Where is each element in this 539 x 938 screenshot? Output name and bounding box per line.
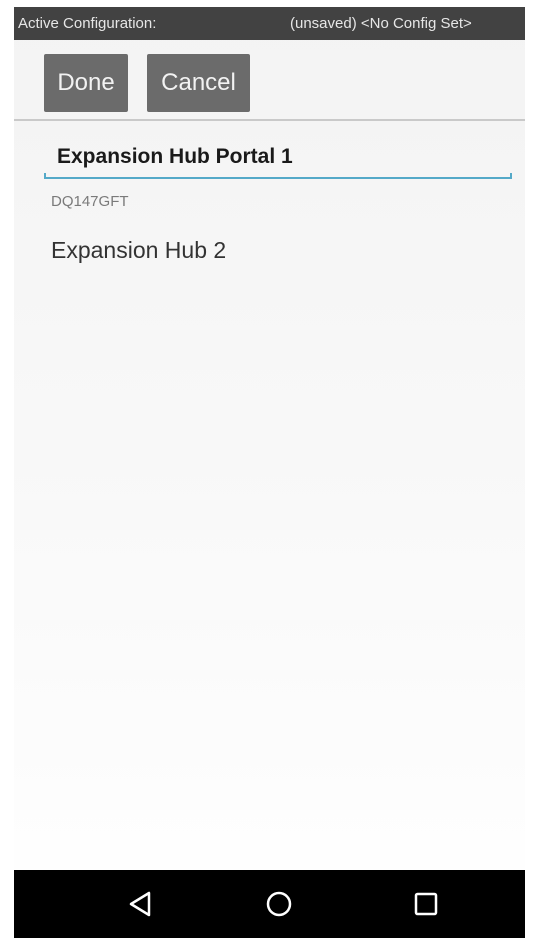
android-nav-bar <box>14 870 525 938</box>
device-name-underline <box>44 173 512 179</box>
toolbar-divider <box>14 119 525 121</box>
toolbar: Done Cancel <box>14 40 525 120</box>
active-config-value: (unsaved) <No Config Set> <box>290 15 472 32</box>
done-button[interactable]: Done <box>44 54 128 112</box>
active-config-label: Active Configuration: <box>18 15 157 32</box>
recent-square-icon[interactable] <box>392 870 460 938</box>
home-circle-icon[interactable] <box>245 870 313 938</box>
app-screen: Active Configuration: (unsaved) <No Conf… <box>14 7 525 938</box>
list-item-expansion-hub[interactable]: Expansion Hub 2 <box>51 237 226 264</box>
device-name-field[interactable]: Expansion Hub Portal 1 <box>44 137 512 179</box>
device-serial: DQ147GFT <box>51 193 129 210</box>
active-config-bar: Active Configuration: (unsaved) <No Conf… <box>14 7 525 40</box>
device-name-value: Expansion Hub Portal 1 <box>57 145 293 168</box>
cancel-button[interactable]: Cancel <box>147 54 250 112</box>
back-triangle-icon[interactable] <box>106 870 174 938</box>
